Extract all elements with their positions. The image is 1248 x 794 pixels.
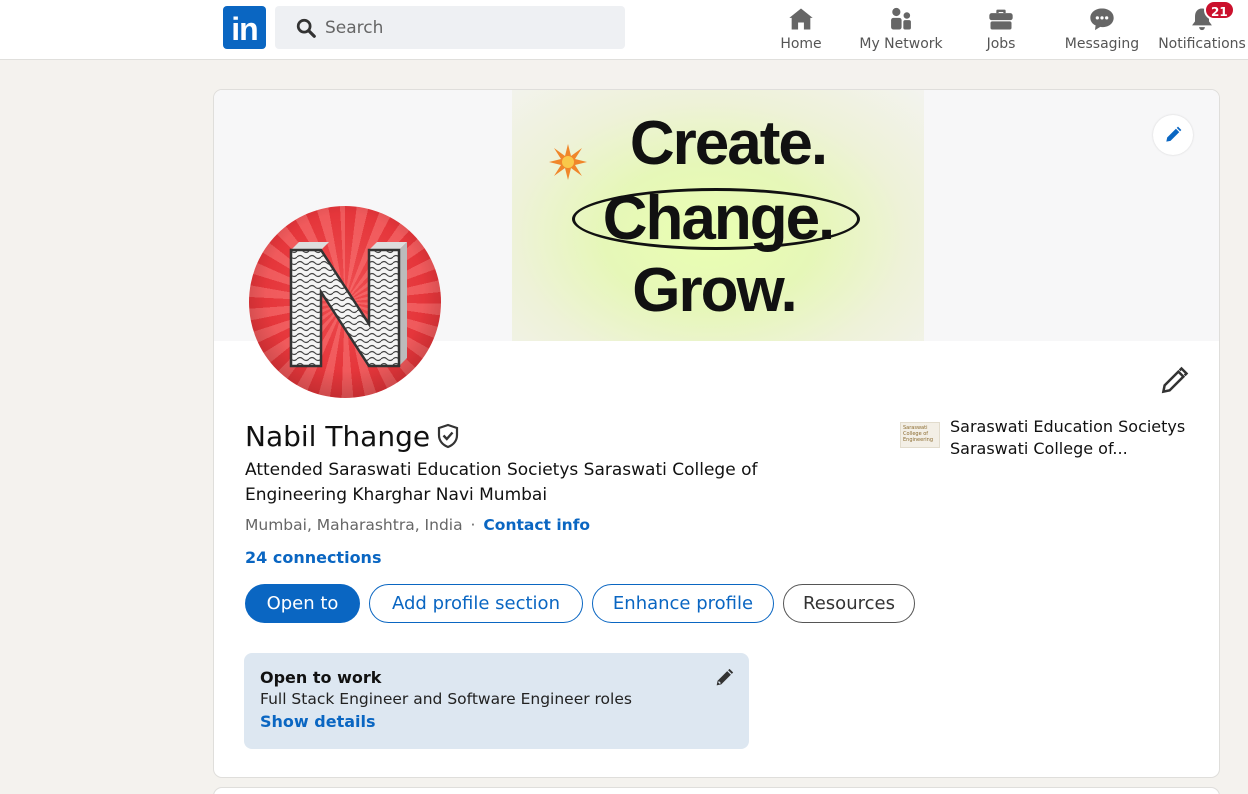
nav-messaging-label: Messaging [1064, 36, 1140, 52]
nav-notifications[interactable]: 21 Notifications [1156, 0, 1248, 60]
notification-badge: 21 [1204, 0, 1235, 20]
search-input[interactable] [325, 17, 605, 38]
open-to-work-roles: Full Stack Engineer and Software Enginee… [260, 690, 632, 708]
home-icon [789, 8, 813, 30]
separator-dot: · [470, 516, 476, 534]
nav-my-network[interactable]: My Network [857, 0, 945, 60]
profile-location-row: Mumbai, Maharashtra, India · Contact inf… [245, 516, 590, 534]
resources-button[interactable]: Resources [783, 584, 915, 623]
show-details-link[interactable]: Show details [260, 712, 376, 731]
profile-card: Create. Change. Grow. Nabil Thange Atten… [213, 89, 1220, 778]
nav-home-label: Home [780, 36, 822, 52]
top-nav-bar: in Home My Network Jobs [0, 0, 1248, 60]
banner-line-2: Change. [602, 184, 836, 253]
open-to-button[interactable]: Open to [245, 584, 360, 623]
briefcase-icon [989, 9, 1013, 30]
school-name[interactable]: Saraswati Education Societys Saraswati C… [950, 416, 1190, 460]
open-to-work-title: Open to work [260, 668, 382, 687]
contact-info-link[interactable]: Contact info [483, 516, 590, 534]
edit-banner-button[interactable] [1153, 115, 1193, 155]
nav-my-network-label: My Network [859, 36, 943, 52]
profile-avatar[interactable] [249, 206, 441, 398]
search-icon [296, 18, 316, 38]
search-box[interactable] [275, 6, 625, 49]
school-logo: Saraswati College of Engineering [900, 422, 940, 448]
profile-location: Mumbai, Maharashtra, India [245, 516, 463, 534]
edit-intro-pencil-icon[interactable] [1159, 366, 1189, 396]
add-profile-section-button[interactable]: Add profile section [369, 584, 583, 623]
banner-line-3: Grow. [632, 256, 797, 325]
enhance-profile-button[interactable]: Enhance profile [592, 584, 774, 623]
message-icon [1090, 8, 1114, 31]
nav-notifications-label: Notifications [1158, 36, 1246, 52]
nav-home[interactable]: Home [771, 0, 831, 60]
nav-jobs[interactable]: Jobs [971, 0, 1031, 60]
nav-messaging[interactable]: Messaging [1062, 0, 1142, 60]
open-to-work-card[interactable]: Open to work Full Stack Engineer and Sof… [244, 653, 749, 749]
banner-line-1: Create. [629, 109, 828, 178]
linkedin-logo[interactable]: in [223, 6, 266, 49]
pencil-icon [1166, 126, 1182, 142]
banner-artwork: Create. Change. Grow. [512, 90, 924, 341]
verified-shield-icon[interactable] [436, 423, 460, 449]
bell-icon-wrap: 21 [1187, 0, 1235, 33]
connections-link[interactable]: 24 connections [245, 548, 381, 567]
next-section-card [213, 787, 1220, 794]
network-icon [891, 7, 911, 30]
avatar-letter-n [289, 242, 407, 368]
profile-headline: Attended Saraswati Education Societys Sa… [245, 460, 758, 505]
profile-name: Nabil Thange [245, 420, 431, 453]
edit-open-to-work-pencil-icon[interactable] [713, 667, 735, 689]
nav-jobs-label: Jobs [986, 36, 1016, 52]
education-school[interactable]: Saraswati College of Engineering Saraswa… [900, 416, 1190, 460]
